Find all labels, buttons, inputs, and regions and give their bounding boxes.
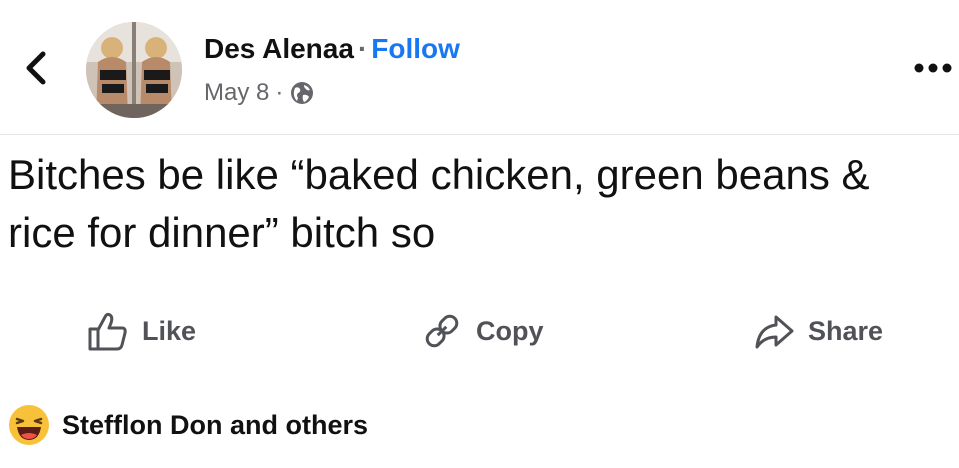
like-button[interactable]: Like [86,308,196,354]
share-arrow-icon [752,309,796,353]
thumbs-up-icon [86,309,130,353]
reactions-label: Stefflon Don and others [62,409,368,440]
more-horizontal-icon [913,62,953,74]
back-button[interactable] [18,48,54,88]
share-label: Share [808,315,884,346]
name-separator: · [357,33,368,64]
copy-label: Copy [476,315,544,346]
meta-separator: · [275,79,284,106]
globe-icon [289,80,315,106]
author-name[interactable]: Des Alenaa [204,33,354,64]
avatar-photo [86,22,182,118]
post-text: Bitches be like “baked chicken, green be… [8,151,870,256]
follow-button[interactable]: Follow [371,33,460,64]
laughing-emoji-icon [8,404,50,446]
post-meta: May 8 · [204,78,315,108]
avatar[interactable] [86,22,182,118]
more-options-button[interactable] [910,56,956,80]
share-button[interactable]: Share [752,308,883,354]
post-date[interactable]: May 8 [204,78,269,108]
header-divider [0,134,959,135]
link-icon [420,309,464,353]
post-actions: Like Copy Share [0,300,959,362]
chevron-left-icon [23,50,49,86]
post-header: Des Alenaa · Follow May 8 · [0,0,959,134]
like-label: Like [142,315,197,346]
copy-button[interactable]: Copy [420,308,544,354]
author-line: Des Alenaa · Follow [204,32,460,66]
reactions-summary[interactable]: Stefflon Don and others [8,400,368,450]
